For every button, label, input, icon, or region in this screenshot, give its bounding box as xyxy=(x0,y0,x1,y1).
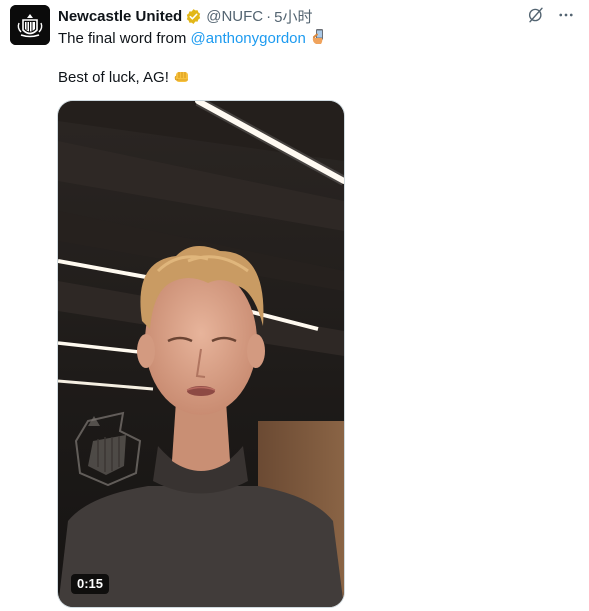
raised-fist-icon xyxy=(173,67,191,91)
timestamp[interactable]: 5小时 xyxy=(274,6,312,27)
video-thumbnail xyxy=(58,101,344,607)
tweet-text: The final word from xyxy=(58,30,191,47)
video-duration-badge: 0:15 xyxy=(71,574,110,594)
avatar[interactable] xyxy=(10,5,50,45)
video-player[interactable] xyxy=(57,100,345,608)
tweet-text: Best of luck, AG! xyxy=(58,69,169,86)
more-icon[interactable] xyxy=(557,6,575,24)
separator-dot: · xyxy=(266,7,272,25)
tweet-header: Newcastle United @NUFC · 5小时 xyxy=(58,6,312,26)
selfie-hand-icon xyxy=(310,28,326,52)
tweet-text-line: Best of luck, AG! xyxy=(58,67,191,91)
tweet-text-line: The final word from @anthonygordon xyxy=(58,28,326,52)
tweet-actions xyxy=(527,6,575,24)
author-name[interactable]: Newcastle United xyxy=(58,8,182,25)
grok-icon[interactable] xyxy=(527,6,545,24)
mention-link[interactable]: @anthonygordon xyxy=(191,30,306,47)
newcastle-crest-icon xyxy=(10,5,50,45)
author-handle[interactable]: @NUFC xyxy=(206,8,263,25)
verified-badge-icon xyxy=(185,8,202,25)
